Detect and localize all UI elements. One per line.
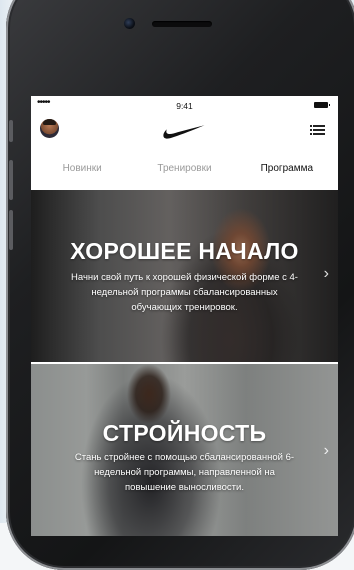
earpiece-speaker <box>152 21 212 27</box>
chevron-right-icon[interactable]: › <box>324 442 329 460</box>
app-header <box>31 114 338 148</box>
phone-screen: ••••• 9:41 Новинки Тренировки Программа … <box>31 96 338 536</box>
volume-down-button <box>9 210 13 250</box>
card-description: Стань стройнее с помощью сбалансированно… <box>74 452 295 493</box>
tab-workouts[interactable]: Тренировки <box>133 154 235 184</box>
tab-program[interactable]: Программа <box>236 154 338 184</box>
front-camera <box>124 18 135 29</box>
program-card-good-start[interactable]: ХОРОШЕЕ НАЧАЛО Начни свой путь к хорошей… <box>31 190 338 362</box>
card-description: Начни свой путь к хорошей физической фор… <box>71 272 298 313</box>
chevron-right-icon[interactable]: › <box>324 265 329 283</box>
nike-swoosh-icon <box>163 125 205 139</box>
status-time: 9:41 <box>176 101 193 111</box>
program-card-slim[interactable]: СТРОЙНОСТЬ Стань стройнее с помощью сбал… <box>31 364 338 536</box>
battery-icon <box>314 102 330 108</box>
status-bar: ••••• 9:41 <box>31 96 338 114</box>
tab-new[interactable]: Новинки <box>31 154 133 184</box>
card-title: СТРОЙНОСТЬ <box>102 420 267 446</box>
list-menu-icon[interactable] <box>313 125 325 137</box>
card-title: ХОРОШЕЕ НАЧАЛО <box>70 238 299 264</box>
volume-up-button <box>9 160 13 200</box>
silent-switch <box>9 120 13 142</box>
tab-bar: Новинки Тренировки Программа <box>31 154 338 184</box>
avatar[interactable] <box>40 119 59 138</box>
